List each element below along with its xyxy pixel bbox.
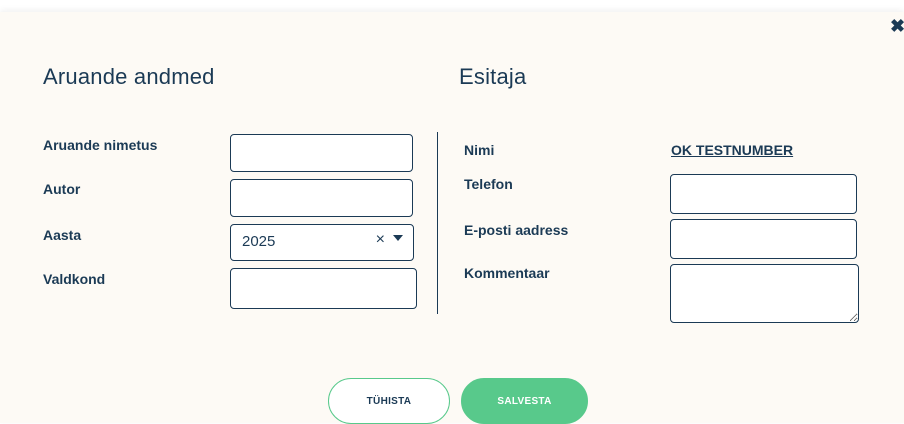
phone-label: Telefon [464, 176, 513, 192]
author-label: Autor [43, 181, 81, 197]
cancel-button[interactable]: TÜHISTA [328, 378, 450, 424]
email-input[interactable] [670, 219, 857, 259]
chevron-down-icon[interactable] [393, 235, 403, 241]
save-button[interactable]: SALVESTA [461, 378, 588, 424]
report-dialog: ✖ Aruande andmed Aruande nimetus Autor A… [0, 12, 904, 424]
section-divider [437, 132, 438, 314]
submitter-name-label: Nimi [464, 142, 495, 158]
submitter-name-link[interactable]: OK TESTNUMBER [671, 142, 793, 158]
clear-icon[interactable]: × [376, 231, 385, 249]
comment-label: Kommentaar [464, 265, 550, 281]
submitter-section-title: Esitaja [459, 64, 527, 89]
report-name-label: Aruande nimetus [43, 137, 158, 153]
report-name-input[interactable] [230, 134, 413, 172]
year-select[interactable]: 2025 × [230, 224, 414, 261]
year-label: Aasta [43, 227, 82, 243]
comment-textarea[interactable] [670, 264, 859, 323]
close-icon[interactable]: ✖ [890, 16, 904, 36]
phone-input[interactable] [670, 174, 857, 214]
author-input[interactable] [230, 179, 413, 217]
year-select-value: 2025 [242, 233, 276, 250]
report-section-title: Aruande andmed [43, 64, 215, 89]
field-of-activity-label: Valdkond [43, 271, 106, 287]
field-of-activity-input[interactable] [230, 268, 417, 309]
email-label: E-posti aadress [464, 222, 569, 238]
